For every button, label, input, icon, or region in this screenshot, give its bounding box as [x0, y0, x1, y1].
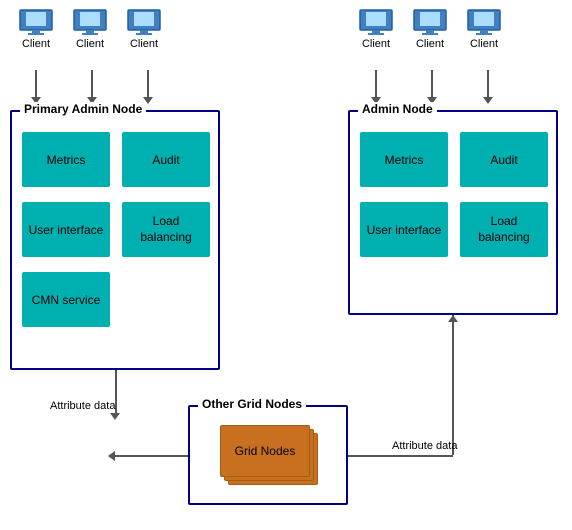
- client-item: Client: [18, 8, 54, 50]
- client-item: Client: [126, 8, 162, 50]
- client-item: Client: [412, 8, 448, 50]
- client-label: Client: [470, 38, 498, 50]
- arrow-primary-to-grid-head: [110, 413, 120, 420]
- client-group-left: Client Client Client: [18, 8, 162, 50]
- client-label: Client: [362, 38, 390, 50]
- attribute-data-label-left: Attribute data: [50, 400, 115, 412]
- diagram: Client Client Client: [0, 0, 572, 530]
- tile-loadbalancing-right: Load balancing: [460, 202, 548, 257]
- tile-userinterface-left: User interface: [22, 202, 110, 257]
- attribute-data-label-right: Attribute data: [392, 440, 457, 452]
- arrow-client1-left: [35, 70, 37, 98]
- tile-cmnservice-left: CMN service: [22, 272, 110, 327]
- tile-userinterface-right: User interface: [360, 202, 448, 257]
- tile-audit-right: Audit: [460, 132, 548, 187]
- client-item: Client: [358, 8, 394, 50]
- monitor-icon: [72, 8, 108, 36]
- grid-tile-front: Grid Nodes: [220, 425, 310, 477]
- admin-node-box: Admin Node Metrics Audit User interface …: [348, 110, 558, 315]
- tile-audit-left: Audit: [122, 132, 210, 187]
- client-label: Client: [416, 38, 444, 50]
- monitor-icon: [466, 8, 502, 36]
- arrow-client2-right: [431, 70, 433, 98]
- arrow-grid-to-admin-v: [452, 315, 454, 455]
- tile-loadbalancing-left: Load balancing: [122, 202, 210, 257]
- primary-admin-node-title: Primary Admin Node: [20, 102, 146, 116]
- admin-node-title: Admin Node: [358, 102, 437, 116]
- tile-metrics-right: Metrics: [360, 132, 448, 187]
- tile-metrics-left: Metrics: [22, 132, 110, 187]
- arrow-grid-to-primary-h: [115, 455, 188, 457]
- client-item: Client: [466, 8, 502, 50]
- monitor-icon: [358, 8, 394, 36]
- client-label: Client: [22, 38, 50, 50]
- client-item: Client: [72, 8, 108, 50]
- client-group-right: Client Client Client: [358, 8, 502, 50]
- primary-admin-node-box: Primary Admin Node Metrics Audit User in…: [10, 110, 220, 370]
- monitor-icon: [18, 8, 54, 36]
- client-label: Client: [76, 38, 104, 50]
- arrow-grid-to-admin-h: [348, 455, 453, 457]
- arrow-grid-to-primary-head: [108, 451, 115, 461]
- monitor-icon: [412, 8, 448, 36]
- client-label: Client: [130, 38, 158, 50]
- arrow-client1-right: [375, 70, 377, 98]
- arrow-client3-left: [147, 70, 149, 98]
- arrow-client2-left: [91, 70, 93, 98]
- arrow-client3-right: [487, 70, 489, 98]
- other-grid-nodes-title: Other Grid Nodes: [198, 397, 306, 411]
- other-grid-nodes-box: Other Grid Nodes Grid Nodes: [188, 405, 348, 505]
- grid-tile-stack: Grid Nodes: [220, 425, 320, 490]
- arrow-grid-to-admin-head: [448, 315, 458, 322]
- monitor-icon: [126, 8, 162, 36]
